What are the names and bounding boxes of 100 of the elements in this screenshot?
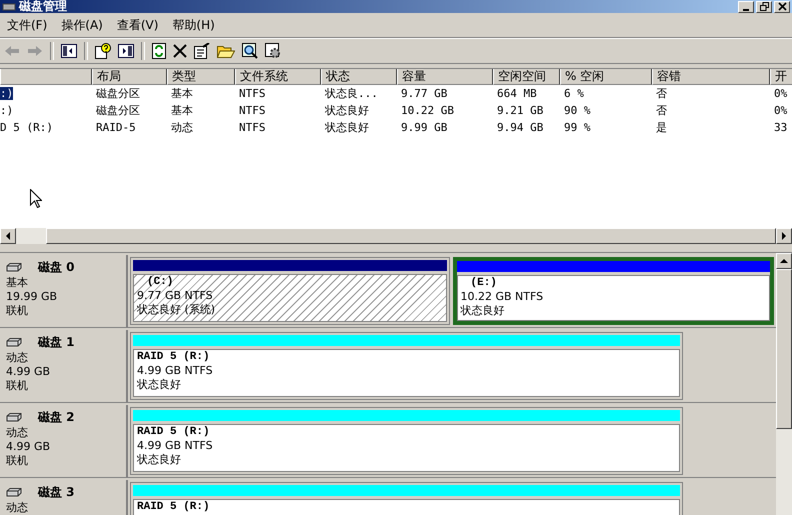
hard-drive-icon: [6, 262, 22, 272]
close-button[interactable]: [774, 0, 790, 12]
hard-drive-icon: [6, 412, 22, 422]
minimize-icon: [743, 8, 749, 10]
table-cell: 0%: [774, 104, 788, 117]
left-arrow-icon: [5, 232, 11, 240]
table-cell: 状态良好: [325, 104, 369, 117]
partition-name: RAID 5 (R:): [137, 501, 211, 514]
table-cell: NTFS: [239, 121, 266, 134]
column-header[interactable]: 容量: [397, 69, 493, 85]
panel-icon[interactable]: [118, 44, 134, 58]
menu-item[interactable]: 文件(F): [2, 16, 52, 34]
disk-status: 联机: [6, 379, 29, 393]
table-cell: 33: [774, 121, 788, 134]
hard-drive-icon: [6, 338, 22, 348]
menu-item[interactable]: 帮助(H): [167, 16, 220, 34]
table-cell: 状态良好: [325, 121, 369, 134]
disk-status: 联机: [6, 454, 29, 468]
menu-item[interactable]: 操作(A): [56, 16, 108, 34]
disk-type: 动态: [6, 426, 29, 440]
panel-icon[interactable]: [61, 44, 77, 58]
x-icon[interactable]: [173, 44, 187, 58]
column-header[interactable]: 容错: [652, 69, 770, 85]
window-title: 磁盘管理: [19, 0, 67, 13]
menu-item[interactable]: 查看(V): [112, 16, 164, 34]
up-arrow-icon: [780, 258, 788, 264]
disk-info-panel[interactable]: 磁盘 3 动态: [0, 480, 128, 515]
partition-name: RAID 5 (R:): [137, 351, 211, 364]
table-cell: NTFS: [239, 104, 266, 117]
disk-name: 磁盘 0: [38, 259, 75, 276]
table-cell: 基本: [171, 104, 193, 117]
restore-icon: [760, 2, 768, 11]
table-cell: 否: [656, 104, 667, 117]
table-cell: 否: [656, 87, 667, 100]
partition-size: 9.77 GB NTFS: [137, 289, 214, 303]
gear-icon[interactable]: [265, 43, 281, 59]
table-cell[interactable]: :): [0, 87, 14, 100]
column-header[interactable]: 类型: [167, 69, 235, 85]
partition-status: 状态良好: [137, 453, 182, 467]
vertical-scrollbar[interactable]: [776, 253, 792, 515]
properties-icon[interactable]: [194, 43, 210, 59]
column-header[interactable]: 空闲空间: [493, 69, 560, 85]
disk-type: 动态: [6, 501, 29, 515]
disk-size: 4.99 GB: [6, 440, 52, 454]
table-cell: 基本: [171, 87, 193, 100]
partition-block[interactable]: RAID 5 (R:) 4.99 GB NTFS 状态良好: [130, 332, 683, 400]
partition-block[interactable]: (E:) 10.22 GB NTFS 状态良好: [452, 257, 774, 325]
table-cell: 磁盘分区: [96, 87, 140, 100]
partition-size: 4.99 GB NTFS: [137, 439, 214, 453]
column-header[interactable]: [0, 69, 92, 85]
column-header[interactable]: 文件系统: [235, 69, 321, 85]
restore-button[interactable]: [756, 0, 772, 12]
disk-info-panel[interactable]: 磁盘 2 动态 4.99 GB 联机: [0, 405, 128, 477]
table-cell: RAID-5: [96, 121, 136, 134]
table-cell: 664 MB: [497, 87, 537, 100]
minimize-button[interactable]: [738, 0, 754, 12]
partition-status: 状态良好: [460, 304, 506, 318]
close-icon: [778, 2, 786, 11]
horizontal-scrollbar[interactable]: [0, 228, 792, 244]
table-cell: 状态良...: [325, 87, 378, 100]
partition-status: 状态良好 (系统): [137, 303, 216, 317]
column-header[interactable]: 布局: [92, 69, 167, 85]
table-cell: 9.21 GB: [497, 104, 544, 117]
table-cell: NTFS: [239, 87, 266, 100]
help-icon[interactable]: [95, 43, 111, 59]
table-cell[interactable]: D 5 (R:): [0, 121, 53, 134]
table-cell: 是: [656, 121, 667, 134]
partition-block[interactable]: (C:) 9.77 GB NTFS 状态良好 (系统): [130, 257, 450, 325]
partition-name: (C:): [146, 276, 174, 289]
hard-drive-icon: [6, 488, 22, 498]
right-arrow-icon: [781, 232, 787, 240]
refresh-icon[interactable]: [152, 43, 166, 59]
partition-status: 状态良好: [137, 378, 182, 392]
disk-info-panel[interactable]: 磁盘 0 基本 19.99 GB 联机: [0, 255, 128, 327]
disk-name: 磁盘 2: [38, 409, 75, 426]
disk-size: 19.99 GB: [6, 290, 58, 304]
column-header[interactable]: 状态: [321, 69, 397, 85]
table-cell: 9.77 GB: [401, 87, 448, 100]
mouse-pointer-icon: [30, 189, 42, 208]
table-cell: 9.99 GB: [401, 121, 448, 134]
table-cell: 6 %: [564, 87, 584, 100]
column-header[interactable]: 开: [770, 69, 792, 85]
partition-name: (E:): [470, 277, 498, 290]
disk-info-panel[interactable]: 磁盘 1 动态 4.99 GB 联机: [0, 330, 128, 402]
folder-icon[interactable]: [217, 44, 235, 58]
table-cell: 磁盘分区: [96, 104, 140, 117]
disk-size: 4.99 GB: [6, 365, 52, 379]
partition-block[interactable]: RAID 5 (R:): [130, 482, 683, 515]
partition-size: 10.22 GB NTFS: [460, 290, 544, 304]
column-header[interactable]: % 空闲: [560, 69, 652, 85]
disk-type: 动态: [6, 351, 29, 365]
disk-name: 磁盘 3: [38, 484, 75, 501]
table-cell: 动态: [171, 121, 193, 134]
table-cell[interactable]: :): [0, 104, 14, 117]
partition-size: 4.99 GB NTFS: [137, 364, 214, 378]
table-cell: 0%: [774, 87, 788, 100]
table-cell: 99 %: [564, 121, 590, 134]
table-cell: 90 %: [564, 104, 590, 117]
magnifier-icon[interactable]: [242, 43, 258, 59]
partition-block[interactable]: RAID 5 (R:) 4.99 GB NTFS 状态良好: [130, 407, 683, 475]
